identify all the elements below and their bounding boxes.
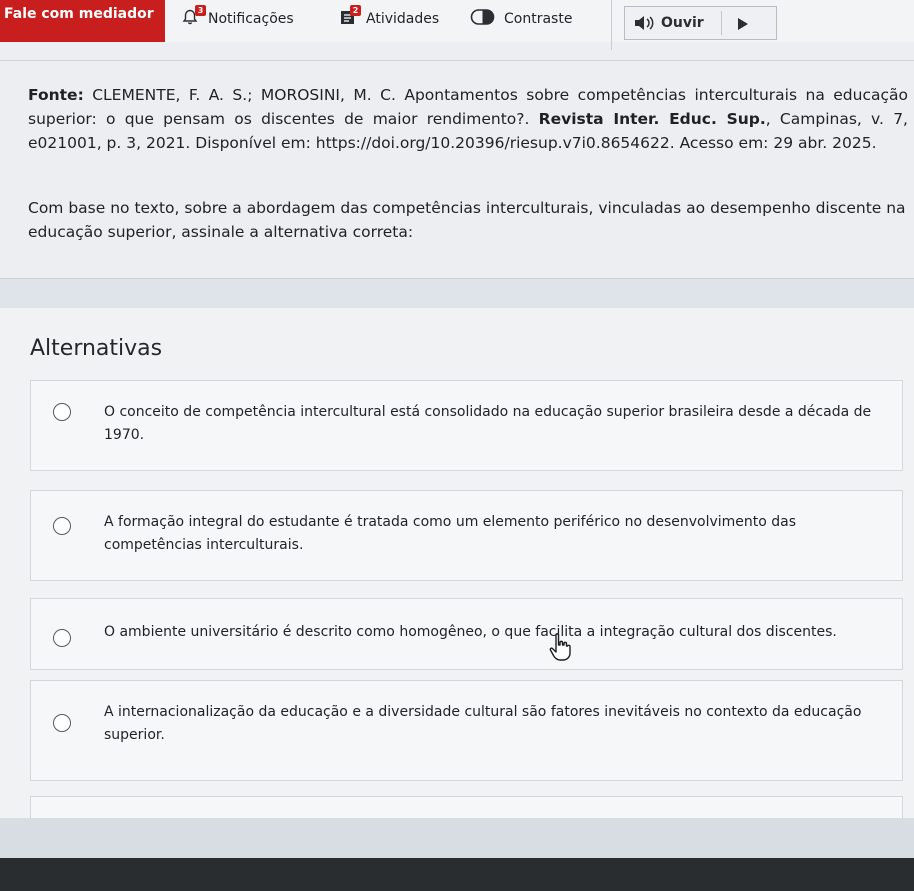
bottom-area	[0, 818, 914, 860]
question-prompt: Com base no texto, sobre a abordagem das…	[28, 199, 906, 241]
alternative-text: O ambiente universitário é descrito como…	[104, 624, 837, 640]
player-divider	[721, 11, 722, 35]
hand-cursor-icon	[548, 632, 572, 666]
question-source: Fonte: CLEMENTE, F. A. S.; MOROSINI, M. …	[28, 83, 908, 155]
notifications-badge: 3	[195, 5, 206, 16]
notifications-label: Notificações	[208, 11, 294, 27]
radio-button[interactable]	[53, 517, 71, 535]
alternative-option-c[interactable]: O ambiente universitário é descrito como…	[30, 598, 903, 670]
contrast-button[interactable]: Contraste	[470, 6, 572, 32]
activities-button[interactable]: 2 Atividades	[338, 5, 440, 32]
bell-icon: 3	[180, 5, 208, 31]
source-prefix: Fonte:	[28, 86, 84, 104]
play-icon[interactable]	[737, 16, 749, 35]
source-journal: Revista Inter. Educ. Sup.	[538, 110, 766, 128]
alternative-option-e[interactable]	[30, 796, 903, 818]
header-divider	[0, 60, 914, 61]
radio-button[interactable]	[53, 403, 71, 421]
screen-bezel	[0, 858, 914, 891]
top-toolbar: Fale com mediador 3 Notificações 2 Ativi…	[0, 0, 914, 50]
activities-badge: 2	[350, 5, 361, 16]
alternative-text: O conceito de competência intercultural …	[104, 404, 872, 443]
alternative-option-a[interactable]: O conceito de competência intercultural …	[30, 380, 903, 471]
alternatives-title: Alternativas	[30, 336, 163, 361]
alternative-option-d[interactable]: A internacionalização da educação e a di…	[30, 680, 903, 781]
alternative-text: A formação integral do estudante é trata…	[104, 514, 797, 553]
alternative-option-b[interactable]: A formação integral do estudante é trata…	[30, 490, 903, 581]
activities-icon: 2	[338, 5, 366, 31]
toolbar-divider	[611, 0, 612, 50]
listen-label: Ouvir	[661, 15, 704, 31]
alternative-text: A internacionalização da educação e a di…	[104, 704, 862, 743]
radio-button[interactable]	[53, 714, 71, 732]
speaker-icon	[633, 14, 655, 32]
notifications-button[interactable]: 3 Notificações	[180, 5, 294, 32]
listen-player[interactable]: Ouvir	[624, 6, 777, 40]
radio-button[interactable]	[53, 629, 71, 647]
contact-mediator-button[interactable]: Fale com mediador	[0, 0, 165, 42]
contrast-label: Contraste	[504, 11, 573, 27]
activities-label: Atividades	[366, 11, 440, 27]
contrast-icon	[470, 7, 504, 31]
section-band	[0, 278, 914, 309]
